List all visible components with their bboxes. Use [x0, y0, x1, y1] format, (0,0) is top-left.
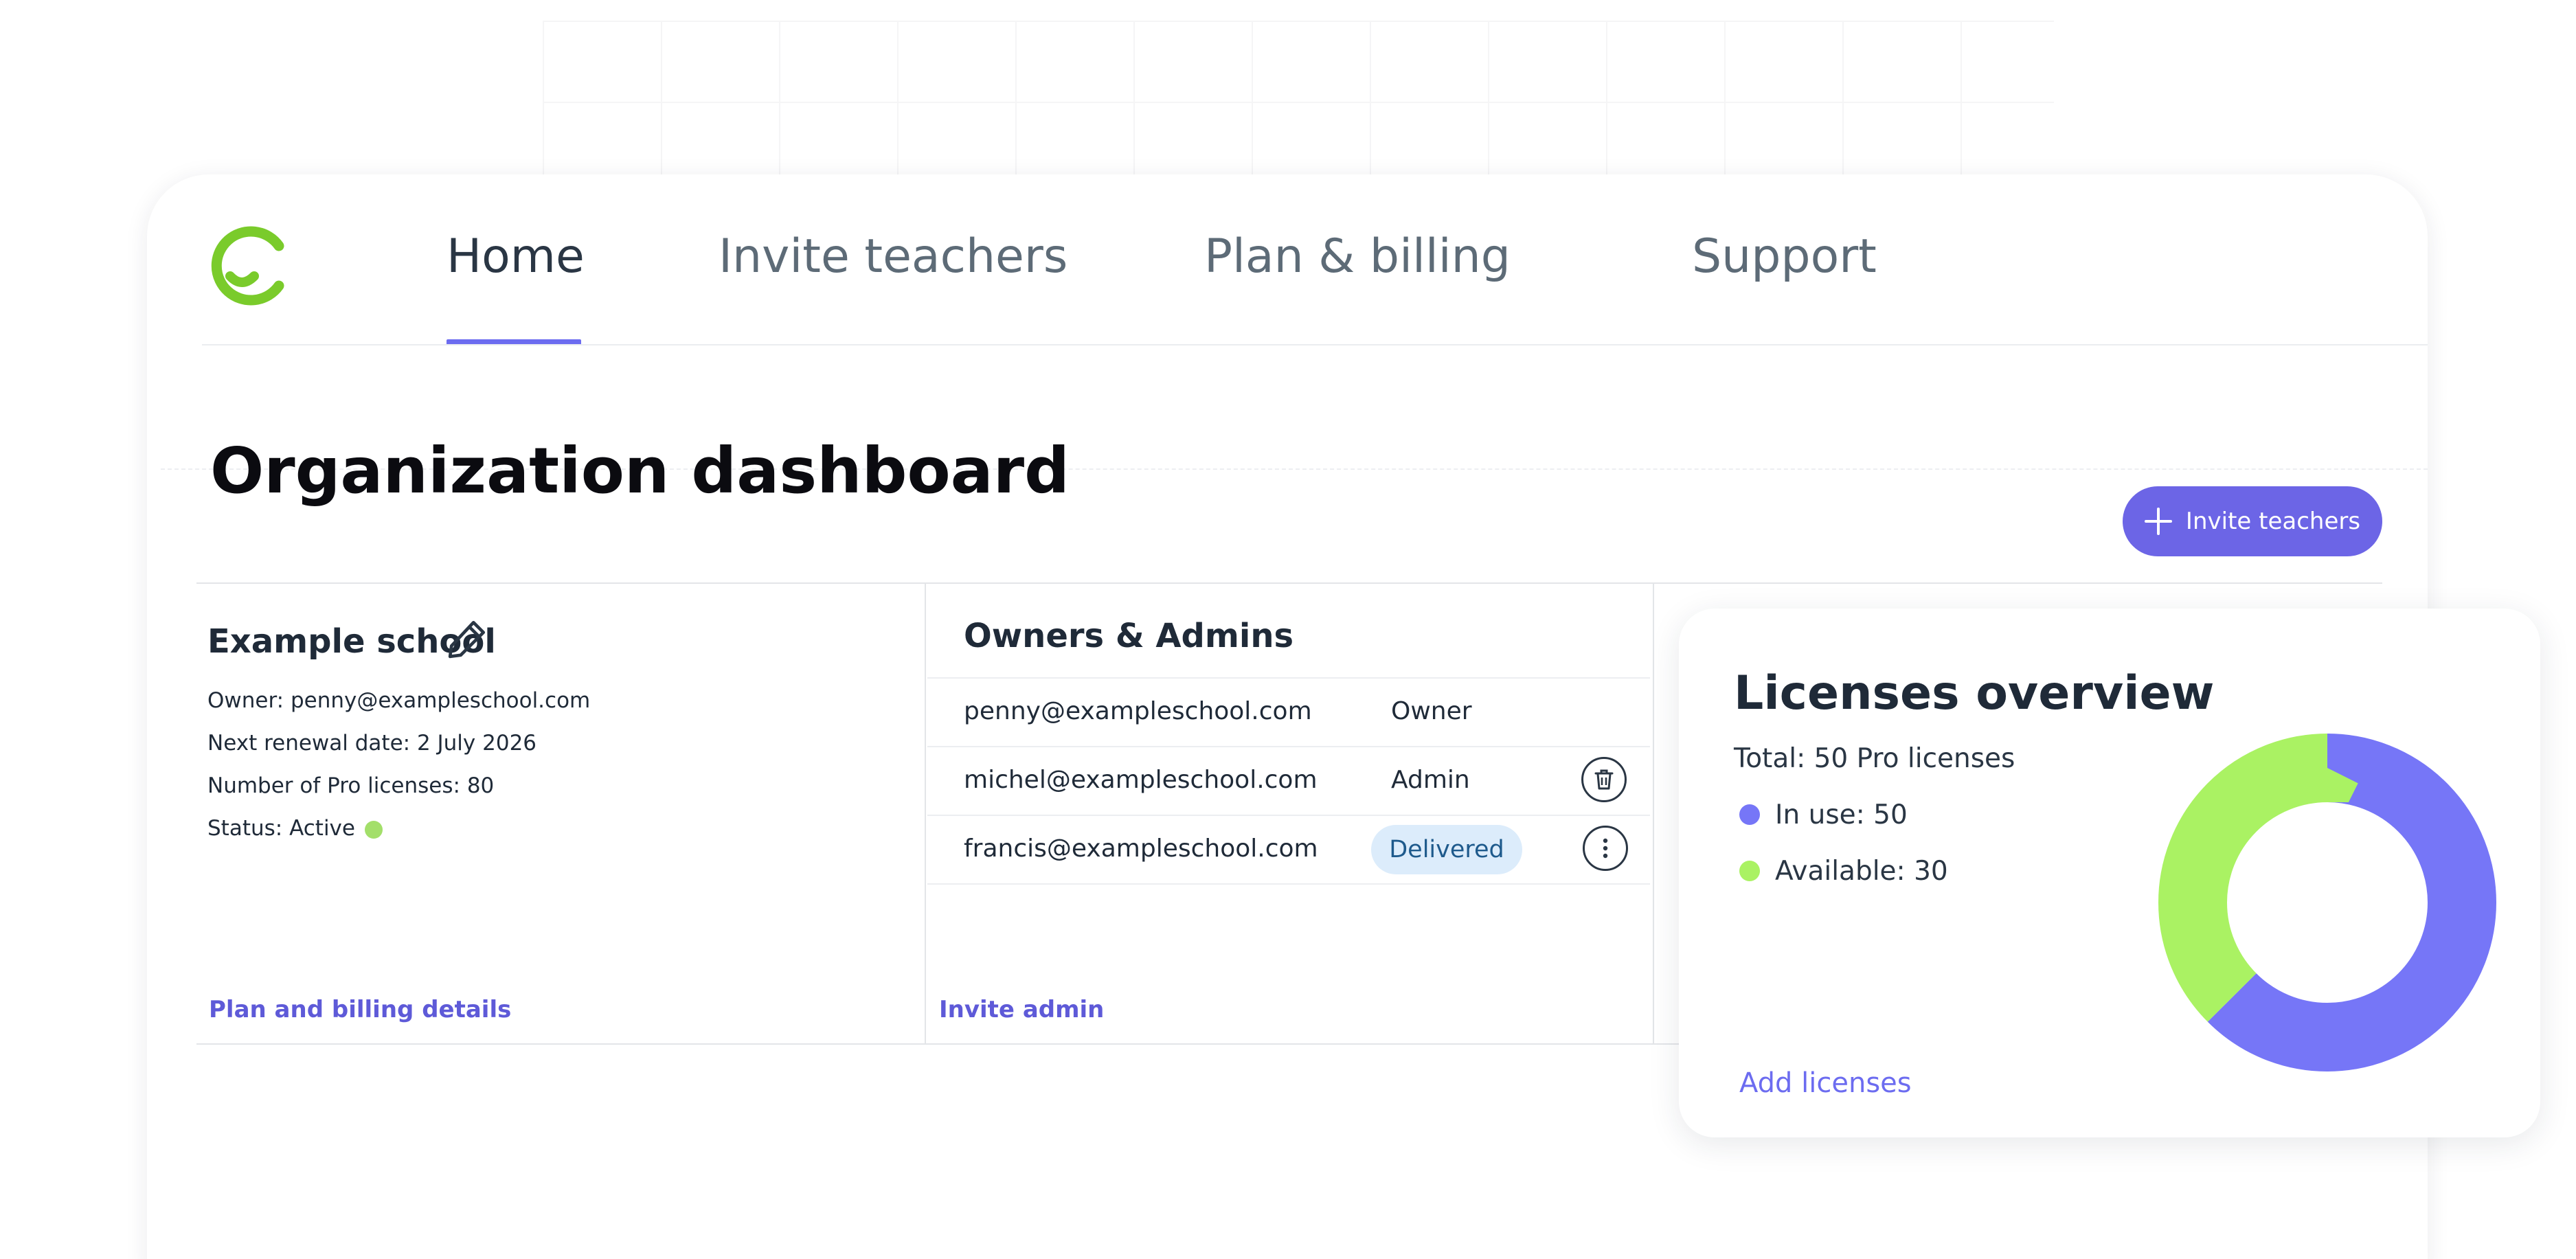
- legend-available-swatch: [1739, 860, 1760, 881]
- more-options-button[interactable]: [1583, 826, 1628, 871]
- licenses-overview-card: Licenses overview Total: 50 Pro licenses…: [1679, 609, 2540, 1137]
- tab-support[interactable]: Support: [1692, 229, 1877, 284]
- row-divider: [927, 677, 1650, 679]
- table-row-email: penny@exampleschool.com: [964, 697, 1312, 725]
- legend-in-use-swatch: [1739, 804, 1760, 825]
- owners-admins-title: Owners & Admins: [964, 617, 1294, 655]
- licenses-donut-chart: [2158, 734, 2496, 1071]
- delivered-badge: Delivered: [1371, 825, 1522, 874]
- table-row-email: francis@exampleschool.com: [964, 835, 1318, 863]
- row-divider: [927, 883, 1650, 885]
- license-count: Number of Pro licenses: 80: [207, 773, 495, 798]
- tab-invite-teachers[interactable]: Invite teachers: [719, 229, 1067, 284]
- smile-c-logo-icon[interactable]: [202, 221, 291, 310]
- licenses-total: Total: 50 Pro licenses: [1734, 743, 2015, 774]
- invite-teachers-button-label: Invite teachers: [2185, 508, 2361, 535]
- legend-in-use-label: In use: 50: [1775, 799, 1908, 830]
- status-text: Status: Active: [207, 816, 383, 841]
- add-licenses-link[interactable]: Add licenses: [1739, 1067, 1912, 1099]
- panel-bottom-border: [196, 1043, 1818, 1045]
- page-title: Organization dashboard: [210, 434, 1070, 508]
- plan-billing-details-link[interactable]: Plan and billing details: [209, 996, 511, 1023]
- licenses-overview-title: Licenses overview: [1734, 666, 2215, 721]
- status-active-dot: [364, 820, 383, 839]
- more-vertical-icon: [1603, 838, 1608, 859]
- background-grid: [543, 21, 2054, 179]
- owner-email: Owner: penny@exampleschool.com: [207, 688, 591, 713]
- pencil-icon[interactable]: [447, 617, 489, 659]
- table-row-role: Admin: [1391, 766, 1470, 794]
- nav-divider: [202, 344, 2428, 345]
- screen: Home Invite teachers Plan & billing Supp…: [0, 0, 2576, 1259]
- delete-admin-button[interactable]: [1581, 757, 1627, 802]
- panel-divider: [925, 582, 926, 1045]
- table-row-email: michel@exampleschool.com: [964, 766, 1318, 794]
- table-row-role: Owner: [1391, 697, 1472, 725]
- legend-available-label: Available: 30: [1775, 856, 1948, 887]
- renewal-date: Next renewal date: 2 July 2026: [207, 731, 537, 756]
- tab-plan-billing[interactable]: Plan & billing: [1204, 229, 1511, 284]
- panel-top-border: [196, 582, 2382, 584]
- tab-home[interactable]: Home: [447, 229, 585, 284]
- trash-icon: [1594, 769, 1614, 790]
- panel-divider: [1653, 582, 1654, 1045]
- row-divider: [927, 815, 1650, 816]
- plus-icon: [2144, 508, 2172, 535]
- invite-teachers-button[interactable]: Invite teachers: [2123, 486, 2382, 556]
- legend-available: Available: 30: [1739, 856, 1948, 887]
- status-label: Status: Active: [207, 816, 355, 841]
- row-divider: [927, 746, 1650, 747]
- legend-in-use: In use: 50: [1739, 799, 1908, 830]
- invite-admin-link[interactable]: Invite admin: [939, 996, 1104, 1023]
